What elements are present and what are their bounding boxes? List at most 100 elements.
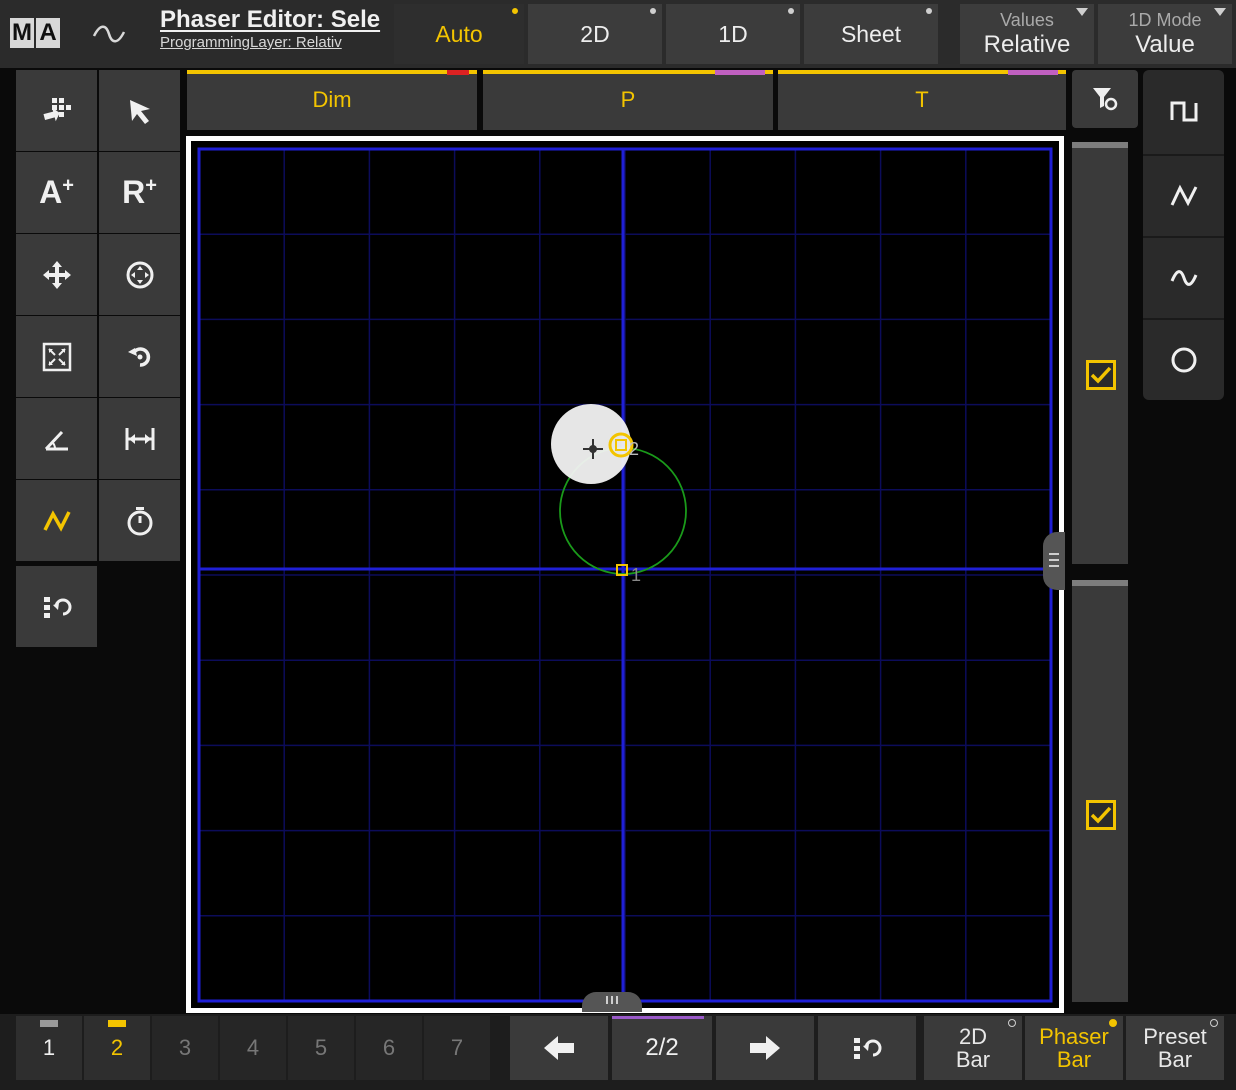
tab-indicator-dot: [512, 8, 518, 14]
form-circle-button[interactable]: [1143, 318, 1224, 399]
tab-1d[interactable]: 1D: [666, 4, 800, 64]
dropdown-arrow-icon: [1214, 8, 1226, 16]
bar-label-line2: Bar: [1056, 1047, 1092, 1072]
relative-add-icon: R+: [122, 174, 157, 210]
page-label: 1: [42, 1035, 56, 1060]
pagination-display: 2/2: [612, 1016, 712, 1080]
page-button-1[interactable]: 1: [16, 1016, 82, 1080]
attribute-tab-dim[interactable]: Dim: [187, 70, 477, 130]
page-label: 4: [246, 1035, 260, 1060]
tab-sheet-label: Sheet: [840, 20, 902, 47]
dropdown-arrow-icon: [1076, 8, 1088, 16]
lower-checkbox[interactable]: [1086, 800, 1116, 830]
tab-indicator-dot: [926, 8, 932, 14]
attribute-marker: [447, 70, 469, 75]
width-button[interactable]: [99, 398, 180, 479]
checkmark-icon: [1090, 806, 1112, 824]
center-button[interactable]: [99, 234, 180, 315]
pagination-label: 2/2: [645, 1034, 679, 1061]
attribute-marker: [715, 70, 765, 75]
step-point-2-label: 2: [629, 439, 639, 459]
values-dropdown[interactable]: Values Relative: [960, 4, 1094, 64]
bar-indicator-dot: [1210, 1019, 1218, 1027]
tab-2d[interactable]: 2D: [528, 4, 662, 64]
tab-auto[interactable]: Auto: [394, 4, 524, 64]
checkmark-icon: [1090, 366, 1112, 384]
window-title-block[interactable]: Phaser Editor: Sele ProgrammingLayer: Re…: [160, 6, 392, 52]
pagination-marker: [612, 1016, 704, 1019]
page-button-7[interactable]: 7: [424, 1016, 490, 1080]
selection-slider-lower[interactable]: [1072, 580, 1128, 1002]
touch-highlight: [551, 404, 631, 484]
values-dropdown-label: Values: [1000, 10, 1054, 30]
page-label: 6: [382, 1035, 396, 1060]
attribute-tab-pan[interactable]: P: [483, 70, 773, 130]
bar-label-line1: 2D: [958, 1024, 988, 1049]
tab-indicator-dot: [788, 8, 794, 14]
bar-label-line2: Bar: [1157, 1047, 1193, 1072]
square-wave-icon: [1170, 101, 1197, 121]
move-button[interactable]: [16, 234, 97, 315]
graph-resize-handle-right[interactable]: [1043, 532, 1065, 590]
page-prev-button[interactable]: [510, 1016, 608, 1080]
top-bar: M A Phaser Editor: Sele ProgrammingLayer…: [0, 0, 1236, 68]
page-button-4[interactable]: 4: [220, 1016, 286, 1080]
step-point-1-label: 1: [631, 565, 641, 585]
bar-label-line1: Phaser: [1039, 1024, 1109, 1049]
grid-select-icon: [42, 97, 71, 121]
page-next-button[interactable]: [716, 1016, 814, 1080]
list-refresh-button[interactable]: [16, 566, 97, 647]
2d-bar-button[interactable]: 2D Bar: [924, 1016, 1022, 1080]
phaser-graph[interactable]: 2 1: [191, 141, 1059, 1008]
move-icon: [42, 260, 71, 289]
attribute-label: T: [915, 87, 929, 112]
selection-slider-upper[interactable]: [1072, 142, 1128, 564]
speed-button[interactable]: [99, 480, 180, 561]
circle-icon: [1171, 347, 1196, 372]
page-indicator: [108, 1020, 126, 1027]
values-dropdown-value: Relative: [983, 31, 1071, 58]
phaser-bar-button[interactable]: Phaser Bar: [1025, 1016, 1123, 1080]
grid-select-button[interactable]: [16, 70, 97, 151]
bar-label-line2: Bar: [955, 1047, 991, 1072]
page-button-2[interactable]: 2: [84, 1016, 150, 1080]
filter-reset-icon: [1093, 88, 1118, 111]
angle-icon: [44, 430, 68, 450]
upper-checkbox[interactable]: [1086, 360, 1116, 390]
page-button-6[interactable]: 6: [356, 1016, 422, 1080]
tab-indicator-dot: [650, 8, 656, 14]
form-selector: [1143, 70, 1224, 400]
select-pointer-button[interactable]: [99, 70, 180, 151]
form-zigzag-button[interactable]: [1143, 154, 1224, 235]
filter-button[interactable]: [1072, 70, 1138, 128]
mode-dropdown[interactable]: 1D Mode Value: [1098, 4, 1232, 64]
fit-button[interactable]: [16, 316, 97, 397]
logo-letter-m: M: [10, 18, 34, 48]
page-button-5[interactable]: 5: [288, 1016, 354, 1080]
logo-letter-a: A: [36, 18, 60, 48]
slider-cap: [1072, 142, 1128, 148]
attribute-active-line: [187, 70, 477, 74]
form-square-button[interactable]: [1143, 70, 1224, 151]
width-icon: [125, 427, 154, 450]
stopwatch-icon: [127, 506, 152, 535]
list-refresh-bottom-button[interactable]: [818, 1016, 916, 1080]
absolute-add-button[interactable]: A+: [16, 152, 97, 233]
attribute-tab-tilt[interactable]: T: [778, 70, 1066, 130]
ma-logo[interactable]: M A: [10, 18, 60, 48]
phaser-graph-frame: 2 1: [186, 136, 1064, 1013]
center-target-icon: [126, 261, 153, 288]
bar-indicator-dot: [1008, 1019, 1016, 1027]
form-sine-button[interactable]: [1143, 236, 1224, 317]
page-button-3[interactable]: 3: [152, 1016, 218, 1080]
graph-resize-handle-bottom[interactable]: [582, 992, 642, 1012]
angle-button[interactable]: [16, 398, 97, 479]
page-label: 3: [178, 1035, 192, 1060]
page-label: 2: [110, 1035, 124, 1060]
tab-sheet[interactable]: Sheet: [804, 4, 938, 64]
phaser-shape-button[interactable]: [16, 480, 97, 561]
rotate-button[interactable]: [99, 316, 180, 397]
phaser-graph-canvas[interactable]: 2 1: [191, 141, 1059, 1008]
relative-add-button[interactable]: R+: [99, 152, 180, 233]
preset-bar-button[interactable]: Preset Bar: [1126, 1016, 1224, 1080]
